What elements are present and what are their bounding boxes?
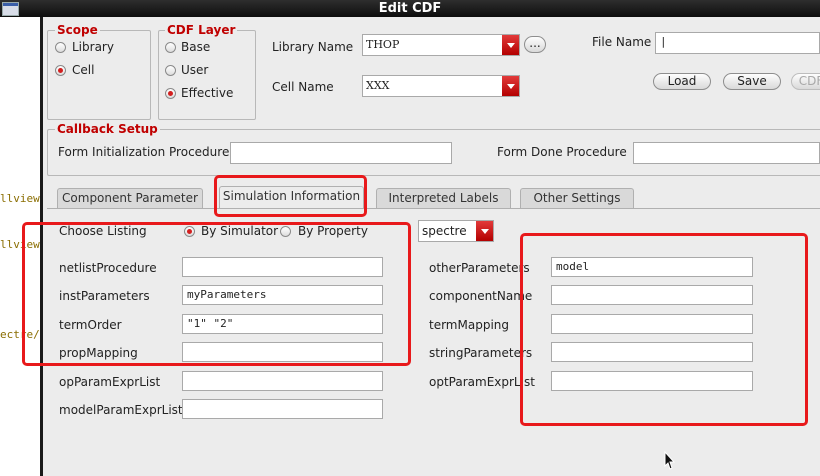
layer-base-radio[interactable]	[165, 42, 176, 53]
scope-cell-radio[interactable]	[55, 65, 66, 76]
file-name-label: File Name	[592, 35, 652, 49]
cdf-layer-title: CDF Layer	[165, 23, 238, 37]
file-name-input[interactable]: |	[655, 32, 820, 54]
cell-name-value: XXX	[366, 79, 390, 92]
cell-name-combo[interactable]: XXX	[362, 75, 520, 97]
cell-name-label: Cell Name	[272, 80, 334, 94]
param-label: modelParamExprList	[59, 403, 183, 417]
library-name-value: THOP	[366, 38, 400, 51]
param-label: termMapping	[429, 318, 509, 332]
scope-cell-label[interactable]: Cell	[72, 63, 94, 77]
layer-user-label[interactable]: User	[181, 63, 208, 77]
load-button[interactable]: Load	[653, 73, 711, 90]
window-title: Edit CDF	[378, 1, 442, 16]
tab-other-settings[interactable]: Other Settings	[520, 188, 634, 208]
mouse-cursor-icon	[664, 451, 676, 470]
chevron-down-icon[interactable]	[502, 35, 519, 55]
layer-effective-label[interactable]: Effective	[181, 86, 233, 100]
library-name-label: Library Name	[272, 40, 354, 54]
layer-effective-radio[interactable]	[165, 88, 176, 99]
simulator-value: spectre	[422, 224, 467, 238]
background-text: llview	[0, 192, 40, 205]
tab-component-parameter[interactable]: Component Parameter	[57, 188, 203, 208]
done-proc-label: Form Done Procedure	[497, 145, 627, 159]
scope-title: Scope	[55, 23, 100, 37]
layer-base-label[interactable]: Base	[181, 40, 210, 54]
title-bar[interactable]: Edit CDF	[0, 0, 820, 17]
highlight-box-right	[520, 233, 808, 426]
chevron-down-icon[interactable]	[476, 221, 493, 241]
param-label: otherParameters	[429, 261, 530, 275]
op-param-expr-list-input[interactable]	[182, 371, 383, 391]
scope-library-label[interactable]: Library	[72, 40, 114, 54]
scope-library-radio[interactable]	[55, 42, 66, 53]
tab-interpreted-labels[interactable]: Interpreted Labels	[376, 188, 511, 208]
library-name-combo[interactable]: THOP	[362, 34, 520, 56]
param-label: opParamExprList	[59, 375, 161, 389]
model-param-expr-list-input[interactable]	[182, 399, 383, 419]
chevron-down-icon[interactable]	[502, 76, 519, 96]
tab-panel-border	[47, 208, 820, 209]
done-proc-input[interactable]	[633, 142, 820, 164]
init-proc-input[interactable]	[230, 142, 452, 164]
layer-user-radio[interactable]	[165, 65, 176, 76]
init-proc-label: Form Initialization Procedure	[58, 145, 230, 159]
param-label: componentName	[429, 289, 533, 303]
simulator-combo[interactable]: spectre	[418, 220, 494, 242]
library-browse-button[interactable]: ...	[524, 36, 546, 53]
highlight-box-left	[22, 222, 411, 366]
param-label: stringParameters	[429, 346, 533, 360]
highlight-box-tab	[214, 175, 367, 217]
cdf-button[interactable]: CDF	[791, 73, 820, 90]
save-button[interactable]: Save	[723, 73, 781, 90]
callback-title: Callback Setup	[55, 122, 160, 136]
